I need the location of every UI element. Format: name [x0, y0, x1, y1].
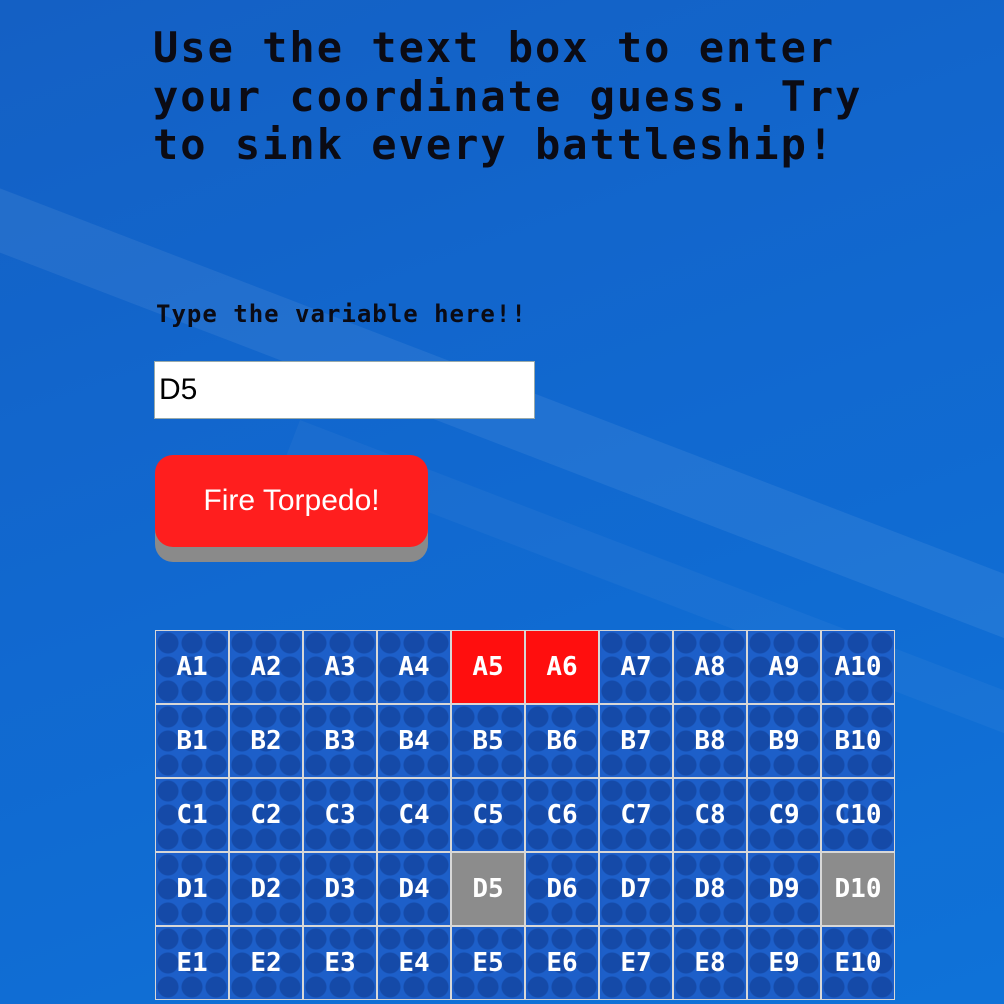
- board-cell-a2[interactable]: A2: [230, 631, 302, 703]
- board-cell-d8[interactable]: D8: [674, 853, 746, 925]
- board-cell-c2[interactable]: C2: [230, 779, 302, 851]
- board-cell-b4[interactable]: B4: [378, 705, 450, 777]
- board-cell-a7[interactable]: A7: [600, 631, 672, 703]
- board-cell-a1[interactable]: A1: [156, 631, 228, 703]
- board-cell-b2[interactable]: B2: [230, 705, 302, 777]
- instructions-heading: Use the text box to enter your coordinat…: [153, 23, 863, 169]
- board-cell-b8[interactable]: B8: [674, 705, 746, 777]
- board-cell-b5[interactable]: B5: [452, 705, 524, 777]
- input-prompt-label: Type the variable here!!: [156, 300, 527, 328]
- board-cell-d1[interactable]: D1: [156, 853, 228, 925]
- board-cell-c4[interactable]: C4: [378, 779, 450, 851]
- board-cell-d5[interactable]: D5: [452, 853, 524, 925]
- board-cell-e6[interactable]: E6: [526, 927, 598, 999]
- board-cell-c5[interactable]: C5: [452, 779, 524, 851]
- board-cell-a4[interactable]: A4: [378, 631, 450, 703]
- board-cell-c10[interactable]: C10: [822, 779, 894, 851]
- board-cell-d3[interactable]: D3: [304, 853, 376, 925]
- board-cell-b10[interactable]: B10: [822, 705, 894, 777]
- board-cell-e3[interactable]: E3: [304, 927, 376, 999]
- board-cell-d9[interactable]: D9: [748, 853, 820, 925]
- board-cell-b1[interactable]: B1: [156, 705, 228, 777]
- battleship-board: A1 A2 A3 A4 A5 A6 A7 A8 A9 A10 B1 B2 B3 B4 B5 B6 B7 B8 B9 B…: [155, 630, 895, 1000]
- board-cell-b9[interactable]: B9: [748, 705, 820, 777]
- board-cell-a3[interactable]: A3: [304, 631, 376, 703]
- board-cell-d7[interactable]: D7: [600, 853, 672, 925]
- board-cell-c8[interactable]: C8: [674, 779, 746, 851]
- board-cell-b6[interactable]: B6: [526, 705, 598, 777]
- board-cell-c6[interactable]: C6: [526, 779, 598, 851]
- board-cell-a9[interactable]: A9: [748, 631, 820, 703]
- coordinate-guess-input[interactable]: [154, 361, 535, 419]
- board-cell-e9[interactable]: E9: [748, 927, 820, 999]
- board-cell-a10[interactable]: A10: [822, 631, 894, 703]
- board-cell-c1[interactable]: C1: [156, 779, 228, 851]
- board-cell-d2[interactable]: D2: [230, 853, 302, 925]
- board-cell-e8[interactable]: E8: [674, 927, 746, 999]
- board-cell-e1[interactable]: E1: [156, 927, 228, 999]
- board-cell-a6[interactable]: A6: [526, 631, 598, 703]
- board-cell-e10[interactable]: E10: [822, 927, 894, 999]
- board-cell-e2[interactable]: E2: [230, 927, 302, 999]
- board-cell-e5[interactable]: E5: [452, 927, 524, 999]
- board-cell-d6[interactable]: D6: [526, 853, 598, 925]
- fire-torpedo-button[interactable]: Fire Torpedo!: [155, 455, 428, 547]
- board-cell-c3[interactable]: C3: [304, 779, 376, 851]
- board-cell-d10[interactable]: D10: [822, 853, 894, 925]
- board-cell-b3[interactable]: B3: [304, 705, 376, 777]
- board-cell-b7[interactable]: B7: [600, 705, 672, 777]
- board-cell-e7[interactable]: E7: [600, 927, 672, 999]
- board-cell-a8[interactable]: A8: [674, 631, 746, 703]
- board-cell-e4[interactable]: E4: [378, 927, 450, 999]
- board-cell-c7[interactable]: C7: [600, 779, 672, 851]
- board-cell-c9[interactable]: C9: [748, 779, 820, 851]
- board-cell-a5[interactable]: A5: [452, 631, 524, 703]
- board-cell-d4[interactable]: D4: [378, 853, 450, 925]
